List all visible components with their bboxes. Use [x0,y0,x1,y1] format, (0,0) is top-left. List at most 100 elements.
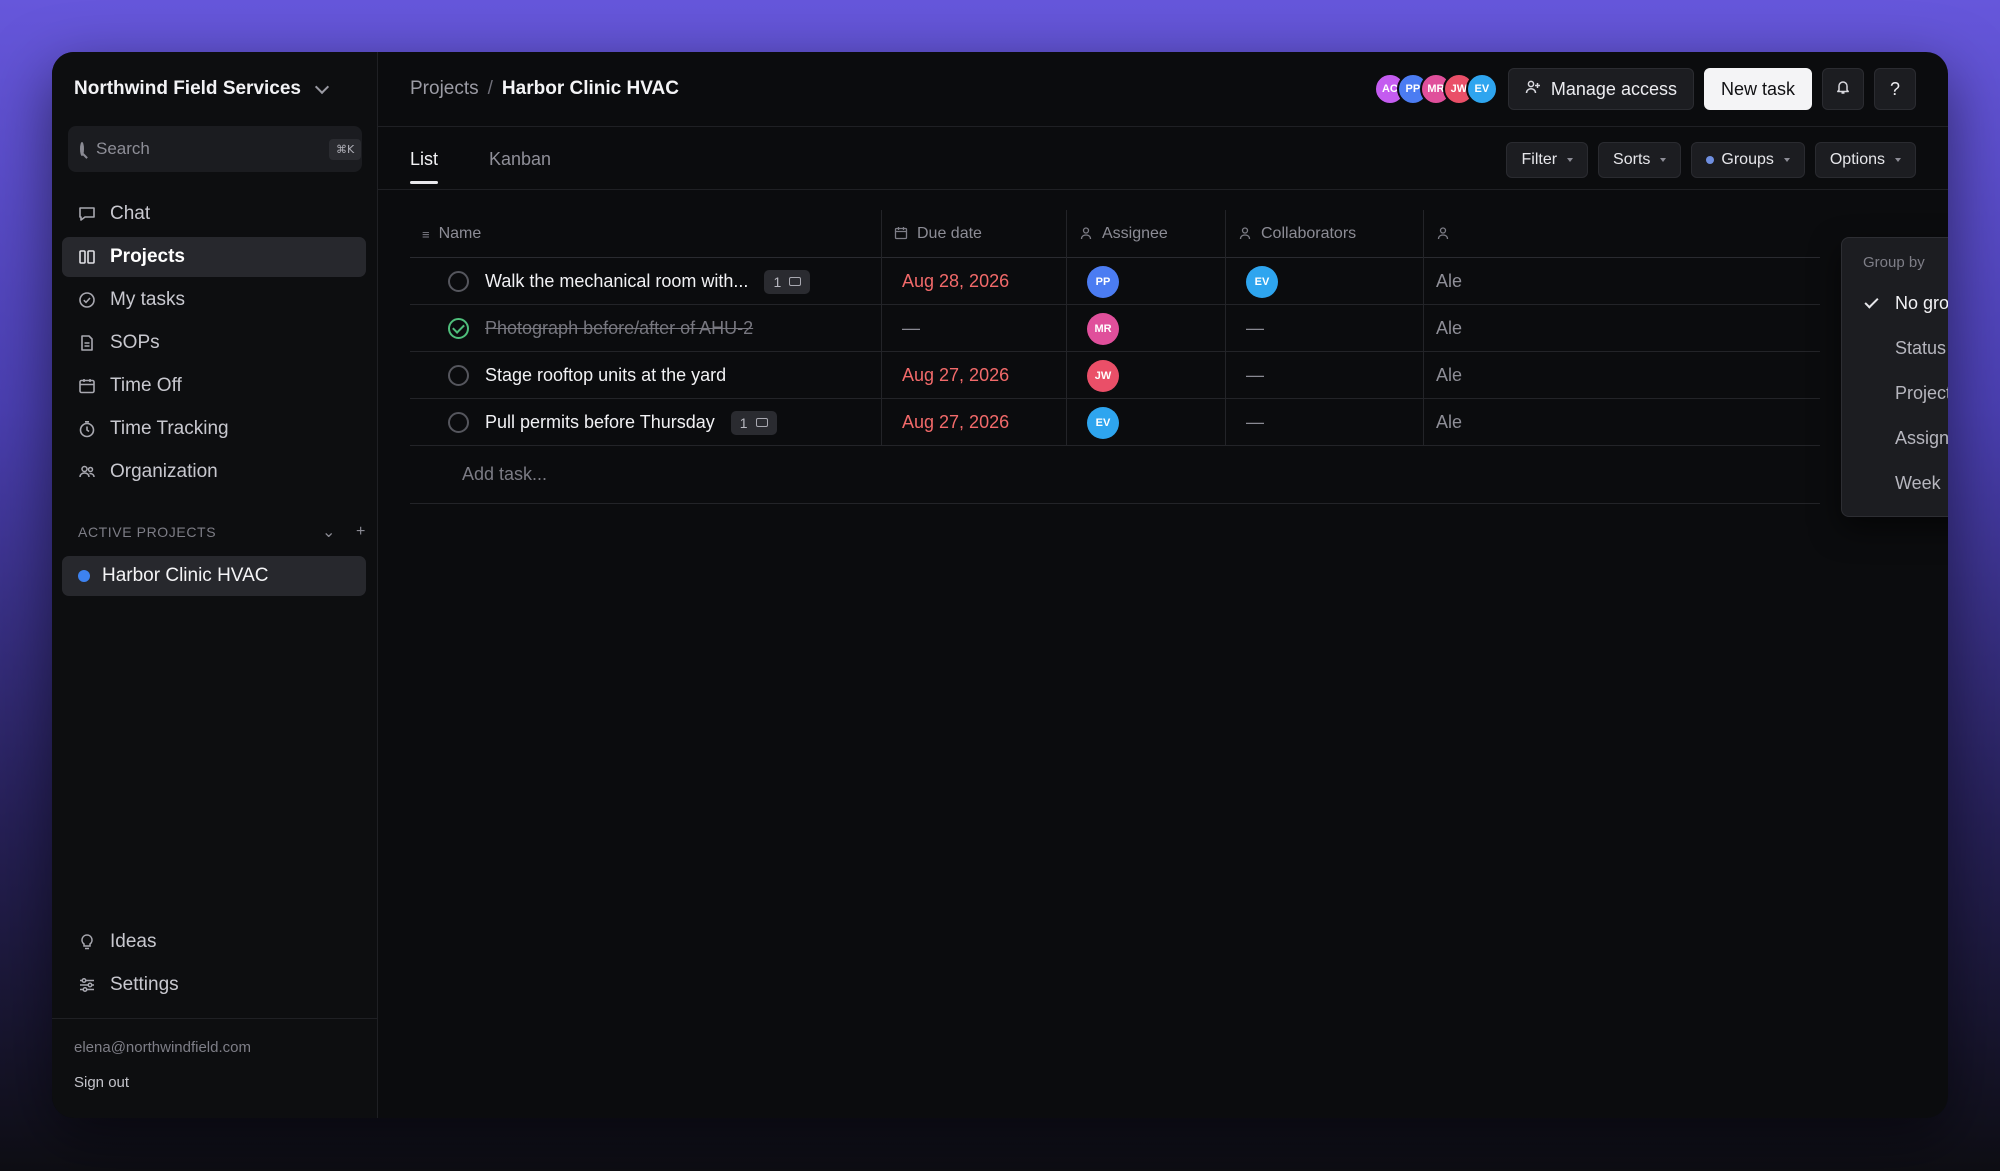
due-date-cell[interactable]: Aug 28, 2026 [882,258,1067,305]
extra-cell[interactable]: Ale [1424,258,1820,305]
task-name-cell[interactable]: Pull permits before Thursday 1 [410,399,882,446]
menu-item-assignee[interactable]: Assignee [1842,416,1948,461]
extra-cell[interactable]: Ale [1424,305,1820,352]
manage-access-button[interactable]: Manage access [1507,68,1694,110]
column-due-date[interactable]: Due date [882,210,1067,258]
app-window: Northwind Field Services ⌘K Chat Project… [52,52,1948,1118]
sidebar-item-organization[interactable]: Organization [62,452,366,492]
filter-button[interactable]: Filter [1506,142,1589,178]
options-button[interactable]: Options [1814,142,1916,178]
sorts-button[interactable]: Sorts [1598,142,1682,178]
task-name-cell[interactable]: Walk the mechanical room with... 1 [410,258,882,305]
avatar: MR [1087,312,1119,345]
due-date-cell[interactable]: Aug 27, 2026 [882,352,1067,399]
collaborators-cell[interactable]: EV [1226,258,1424,305]
person-icon [1079,226,1093,243]
menu-item-week[interactable]: Week [1842,461,1948,506]
notifications-button[interactable] [1822,68,1864,110]
check-circle-icon [78,291,96,309]
assignee-cell[interactable]: MR [1067,305,1226,352]
search-icon [80,142,84,156]
avatar: JW [1087,359,1119,392]
comment-icon [755,418,768,427]
chevron-down-icon[interactable]: ⌄ [322,522,336,542]
sidebar-item-sops[interactable]: SOPs [62,323,366,363]
avatar: EV [1246,265,1278,298]
comment-count-badge[interactable]: 1 [764,269,811,294]
column-name[interactable]: ≡ Name [410,210,882,258]
new-task-button[interactable]: New task [1703,68,1812,110]
sidebar-item-my-tasks[interactable]: My tasks [62,280,366,320]
task-name-cell[interactable]: Stage rooftop units at the yard [410,352,882,399]
assignee-cell[interactable]: EV [1067,399,1226,446]
sidebar-item-time-off[interactable]: Time Off [62,366,366,406]
sidebar-project-harbor-clinic[interactable]: Harbor Clinic HVAC [62,556,366,596]
plus-icon[interactable]: + [356,523,366,541]
help-button[interactable]: ? [1874,68,1916,110]
avatar: PP [1087,265,1119,298]
sidebar-item-label: My tasks [110,289,185,310]
task-checkbox[interactable] [448,365,469,386]
task-name-cell[interactable]: Photograph before/after of AHU-2 [410,305,882,352]
column-collaborators[interactable]: Collaborators [1226,210,1424,258]
task-checkbox[interactable] [448,271,469,292]
assignee-cell[interactable]: JW [1067,352,1226,399]
people-icon [78,463,96,481]
table-row[interactable]: Stage rooftop units at the yard Aug 27, … [410,352,1820,399]
active-indicator-dot [1706,156,1715,164]
menu-item-no-grouping[interactable]: No grouping [1842,281,1948,326]
bell-icon [1835,79,1851,100]
sidebar-item-time-tracking[interactable]: Time Tracking [62,409,366,449]
extra-cell[interactable]: Ale [1424,399,1820,446]
due-date-cell[interactable]: — [882,305,1067,352]
task-name: Photograph before/after of AHU-2 [485,318,754,338]
collaborators-cell[interactable]: — [1226,352,1424,399]
assignee-cell[interactable]: PP [1067,258,1226,305]
sidebar-item-label: Settings [110,974,179,995]
menu-item-label: Assignee [1895,428,1948,448]
sidebar-footer: elena@northwindfield.com Sign out [52,1018,378,1111]
sign-out-link[interactable]: Sign out [74,1074,356,1091]
extra-cell[interactable]: Ale [1424,352,1820,399]
column-assignee[interactable]: Assignee [1067,210,1226,258]
column-extra[interactable] [1424,210,1820,258]
sidebar-item-label: Time Off [110,375,182,396]
sidebar-item-ideas[interactable]: Ideas [62,922,366,962]
breadcrumb-projects[interactable]: Projects [410,78,479,100]
table-row[interactable]: Walk the mechanical room with... 1 Aug 2… [410,258,1820,305]
member-avatars[interactable]: AC PP MR JW EV [1373,73,1498,105]
sidebar-item-settings[interactable]: Settings [62,965,366,1005]
tab-kanban[interactable]: Kanban [489,149,551,170]
main-content: Projects / Harbor Clinic HVAC AC PP MR J… [378,52,1948,1118]
menu-item-project[interactable]: Project [1842,371,1948,416]
project-name: Harbor Clinic HVAC [102,565,269,586]
comment-count: 1 [739,414,748,431]
column-label: Due date [917,225,982,242]
text-lines-icon: ≡ [422,226,430,242]
sidebar-item-projects[interactable]: Projects [62,237,366,277]
task-checkbox[interactable] [448,412,469,433]
collaborators-cell[interactable]: — [1226,305,1424,352]
caret-down-icon [1567,158,1574,162]
due-date-cell[interactable]: Aug 27, 2026 [882,399,1067,446]
task-name: Stage rooftop units at the yard [485,365,727,385]
sorts-label: Sorts [1613,151,1651,168]
table-row[interactable]: Photograph before/after of AHU-2 — MR — … [410,305,1820,352]
groups-button[interactable]: Groups [1691,142,1805,178]
task-checkbox-checked[interactable] [448,318,469,339]
menu-item-label: Status [1895,338,1947,358]
sidebar-item-chat[interactable]: Chat [62,194,366,234]
menu-label: Group by [1863,254,1925,271]
org-switcher[interactable]: Northwind Field Services [74,78,330,100]
column-label: Assignee [1102,225,1168,242]
tab-list[interactable]: List [410,149,439,184]
view-bar: List Kanban Filter Sorts Groups Options [378,128,1948,190]
collaborators-cell[interactable]: — [1226,399,1424,446]
search-input[interactable] [96,139,317,159]
add-task-row[interactable]: Add task... [410,446,1820,504]
search-box[interactable]: ⌘K [68,126,362,172]
column-label: Name [438,225,482,242]
comment-count-badge[interactable]: 1 [730,410,777,435]
menu-item-status[interactable]: Status [1842,326,1948,371]
table-row[interactable]: Pull permits before Thursday 1 Aug 27, 2… [410,399,1820,446]
